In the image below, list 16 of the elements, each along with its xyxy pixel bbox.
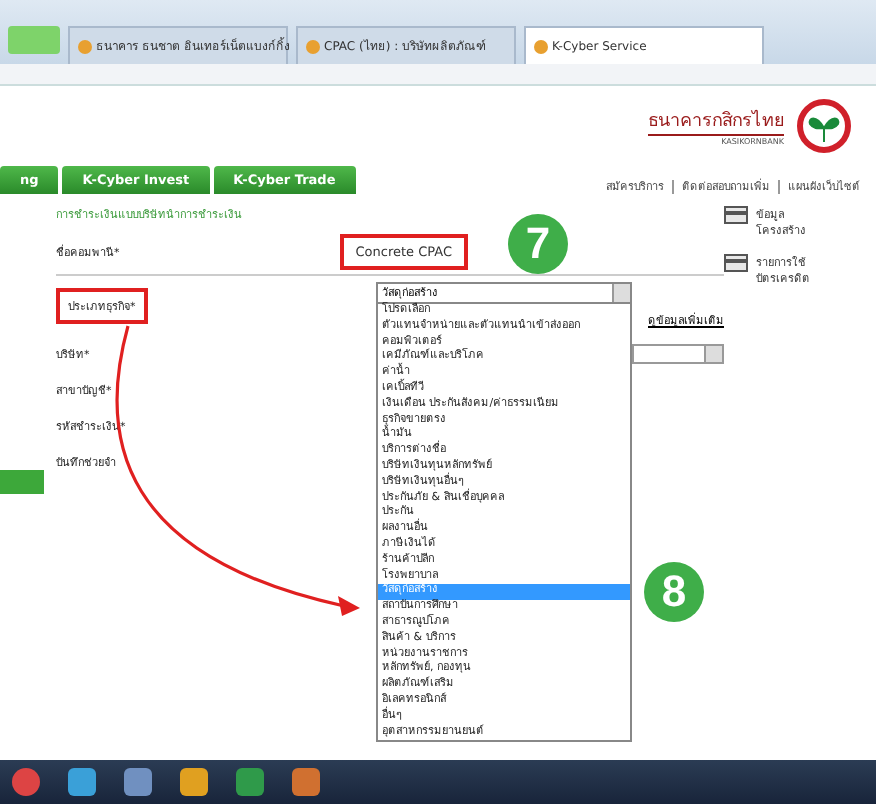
taskbar-app-icon[interactable]: [180, 768, 208, 796]
page-icon: [78, 39, 92, 53]
taskbar-app-icon[interactable]: [68, 768, 96, 796]
select-field[interactable]: [632, 344, 724, 364]
step-number-badge: 7: [508, 214, 568, 274]
bank-name: ธนาคารกสิกรไทย: [648, 106, 784, 136]
page-icon: [534, 39, 548, 53]
step-number-badge: 8: [644, 562, 704, 622]
page-icon: [306, 39, 320, 53]
taskbar-app-icon[interactable]: [124, 768, 152, 796]
taskbar-app-icon[interactable]: [236, 768, 264, 796]
taskbar-app-icon[interactable]: [12, 768, 40, 796]
bank-logo-icon: [796, 98, 852, 154]
taskbar-app-icon[interactable]: [292, 768, 320, 796]
card-icon: [724, 206, 748, 224]
card-icon: [724, 254, 748, 272]
